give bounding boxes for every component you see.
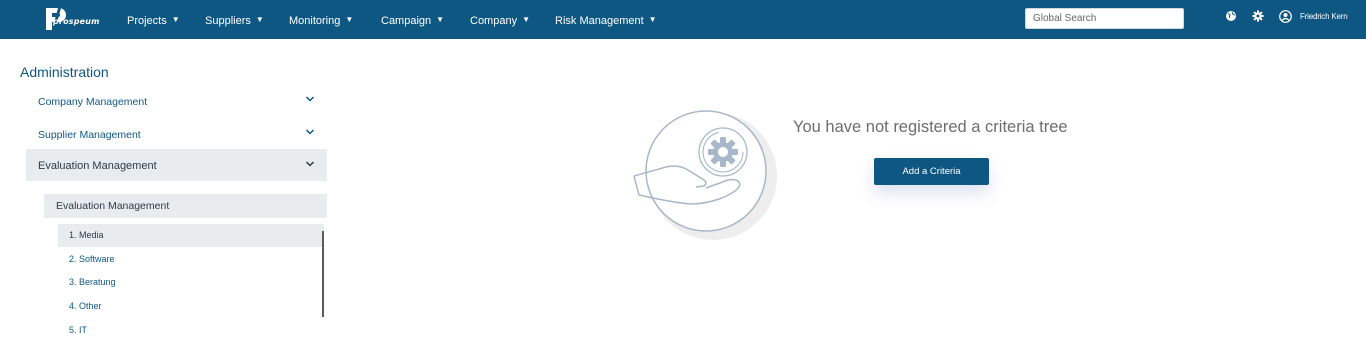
chevron-down-icon: ▼ [171, 15, 180, 24]
nav-label: Projects [127, 15, 167, 27]
chevron-down-icon: ▼ [255, 15, 264, 24]
nav-campaign[interactable]: Campaign ▼ [381, 0, 444, 39]
nav-company[interactable]: Company ▼ [470, 0, 530, 39]
criteria-item-label: 1. Media [69, 230, 104, 240]
sidebar-item-label: Evaluation Management [38, 160, 157, 172]
sidebar-item-evaluation-management[interactable]: Evaluation Management [26, 149, 327, 181]
chevron-down-icon: ▼ [345, 15, 354, 24]
globe-icon[interactable] [1225, 10, 1237, 22]
chevron-down-icon [305, 129, 315, 135]
empty-state-message: You have not registered a criteria tree [793, 118, 1068, 136]
criteria-item-label: 2. Software [69, 254, 115, 264]
chevron-down-icon: ▼ [522, 15, 530, 24]
chevron-down-icon [305, 161, 315, 167]
hand-with-gear-icon [633, 110, 777, 240]
nav-projects[interactable]: Projects ▼ [127, 0, 180, 39]
criteria-item-other[interactable]: 4. Other [58, 295, 324, 318]
criteria-item-label: 4. Other [69, 301, 102, 311]
user-name[interactable]: Friedrich Kern [1300, 12, 1348, 21]
logo-text: prospeum [53, 17, 100, 26]
submenu-title: Evaluation Management [56, 200, 170, 212]
sidebar-item-supplier-management[interactable]: Supplier Management [26, 119, 327, 151]
criteria-item-beratung[interactable]: 3. Beratung [58, 271, 324, 294]
chevron-down-icon: ▼ [648, 15, 657, 24]
chevron-down-icon: ▼ [436, 15, 445, 24]
sidebar-item-company-management[interactable]: Company Management [26, 86, 327, 118]
chevron-down-icon [305, 96, 315, 102]
criteria-item-it[interactable]: 5. IT [58, 319, 324, 342]
criteria-item-software[interactable]: 2. Software [58, 248, 324, 271]
user-icon[interactable] [1279, 10, 1292, 23]
nav-label: Risk Management [555, 15, 644, 27]
sidebar-title: Administration [20, 64, 109, 80]
nav-suppliers[interactable]: Suppliers ▼ [205, 0, 264, 39]
sidebar-item-label: Supplier Management [38, 129, 141, 141]
nav-label: Campaign [381, 15, 432, 27]
top-navigation-bar: prospeum Projects ▼ Suppliers ▼ Monitoring… [0, 0, 1366, 39]
nav-monitoring[interactable]: Monitoring ▼ [289, 0, 353, 39]
sidebar-scrollbar[interactable] [322, 231, 324, 317]
nav-risk-management[interactable]: Risk Management ▼ [555, 0, 657, 39]
nav-label: Suppliers [205, 15, 251, 27]
criteria-item-media[interactable]: 1. Media [58, 224, 324, 247]
add-criteria-button[interactable]: Add a Criteria [874, 158, 989, 185]
criteria-item-label: 3. Beratung [69, 277, 116, 287]
sidebar-item-label: Company Management [38, 96, 148, 108]
submenu-evaluation-management[interactable]: Evaluation Management [44, 194, 327, 218]
criteria-item-label: 5. IT [69, 325, 88, 335]
global-search-input[interactable] [1025, 8, 1184, 29]
gear-icon[interactable] [1252, 10, 1264, 22]
nav-label: Monitoring [289, 15, 341, 27]
nav-label: Company [470, 15, 518, 27]
